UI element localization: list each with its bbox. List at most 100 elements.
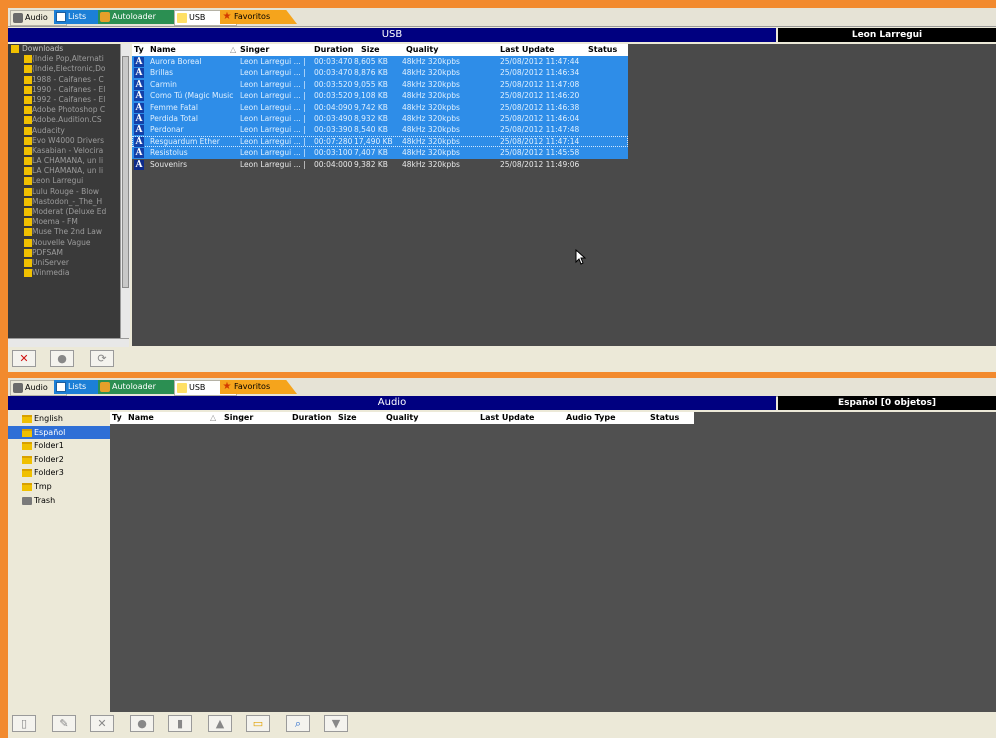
tree-item[interactable]: 1990 - Caifanes - El [8,85,120,95]
table-row[interactable]: A Como Tú (Magic Music B Leon Larregui ...… [132,90,628,102]
copy-button[interactable]: ▮ [168,715,192,732]
tree-item[interactable]: Winmedia [8,268,120,278]
tree-vertical-scrollbar[interactable] [120,44,130,338]
table-row[interactable]: A Aurora Boreal Leon Larregui ... | 00:03:4… [132,56,628,68]
tree-item[interactable]: Folder2 [8,453,110,467]
tree-item[interactable]: Folder1 [8,439,110,453]
tree-item[interactable]: Moema - FM [8,217,120,227]
tree-item[interactable]: English [8,412,110,426]
tree-item[interactable]: UniServer [8,258,120,268]
audio-folder-tree[interactable]: English Español Folder1 Folder2 Folder3 Tmp Tr… [8,412,110,712]
col-singer[interactable]: Singer [240,44,269,56]
tree-item-label: Folder2 [34,454,64,464]
table-row[interactable]: A Resguardum Ether Leon Larregui ... | 00:0… [132,135,628,148]
col-type[interactable]: Ty [112,412,122,424]
tree-item[interactable]: Adobe Photoshop C [8,105,120,115]
col-duration[interactable]: Duration [292,412,331,424]
tree-item[interactable]: 1988 - Caifanes - C [8,75,120,85]
col-size[interactable]: Size [338,412,357,424]
folder-icon [24,146,32,155]
folder-tree[interactable]: Downloads (Indie Pop,Alternati (Indie,El… [8,44,120,338]
tree-item[interactable]: Moderat (Deluxe Ed [8,207,120,217]
tree-item[interactable]: Lulu Rouge - Blow [8,187,120,197]
cell-quality: 48kHz 320kpbs [402,102,460,112]
col-audio-type[interactable]: Audio Type [566,412,616,424]
tree-item[interactable]: PDFSAM [8,248,120,258]
tree-item[interactable]: Mastodon_-_The_H [8,197,120,207]
cell-name: Resguardum Ether [150,136,220,146]
col-last-update[interactable]: Last Update [500,44,554,56]
tree-item[interactable]: (Indie Pop,Alternati [8,54,120,64]
tree-item[interactable]: LA CHAMANA, un li [8,166,120,176]
col-quality[interactable]: Quality [386,412,418,424]
folder-icon [22,455,32,464]
upload-button[interactable]: ▲ [208,715,232,732]
cell-name: Perdida Total [150,113,198,123]
delete-button[interactable]: ✕ [12,350,36,367]
table-row[interactable]: A Carmin Leon Larregui ... | 00:03:520 9,055… [132,78,628,91]
audio-type-icon: A [134,136,144,147]
cell-quality: 48kHz 320kpbs [402,91,460,101]
stop-button[interactable]: ● [130,715,154,732]
edit-button[interactable]: ✎ [52,715,76,732]
table-row[interactable]: A Perdonar Leon Larregui ... | 00:03:390 8,5… [132,124,628,136]
tab-favoritos[interactable]: ★ Favoritos [220,10,297,24]
tree-item[interactable]: Kasabian - Velocira [8,146,120,156]
col-quality[interactable]: Quality [406,44,438,56]
tree-item[interactable]: Español [8,425,110,440]
delete-button[interactable]: ✕ [90,715,114,732]
tree-item-label: Trash [34,495,56,505]
refresh-button[interactable]: ⟳ [90,350,114,367]
folder-icon [24,136,32,145]
usb-icon [177,13,187,23]
tree-item[interactable]: Evo W4000 Drivers [8,136,120,146]
tree-item[interactable]: Trash [8,494,110,508]
tree-item[interactable]: (Indie,Electronic,Do [8,64,120,74]
cell-size: 9,055 KB [354,79,388,89]
audio-icon [13,383,23,393]
folder-icon [24,157,32,166]
tree-root[interactable]: Downloads [8,44,120,54]
col-status[interactable]: Status [588,44,617,56]
tree-item[interactable]: Adobe.Audition.CS [8,115,120,125]
cell-name: Como Tú (Magic Music B [150,91,236,101]
tree-item[interactable]: LA CHAMANA, un li [8,156,120,166]
stop-button[interactable]: ● [50,350,74,367]
tree-item[interactable]: Tmp [8,480,110,494]
download-button[interactable]: ▼ [324,715,348,732]
folder-icon [24,177,32,186]
cell-size: 9,382 KB [354,159,388,169]
tree-horizontal-scrollbar[interactable] [8,338,129,347]
col-name[interactable]: Name [150,44,176,56]
tree-item[interactable]: Muse The 2nd Law [8,227,120,237]
cell-singer: Leon Larregui ... | [240,68,306,78]
col-last-update[interactable]: Last Update [480,412,534,424]
cell-singer: Leon Larregui ... | [240,148,306,158]
table-row[interactable]: A Souvenirs Leon Larregui ... | 00:04:000 9,… [132,159,628,170]
col-singer[interactable]: Singer [224,412,253,424]
col-duration[interactable]: Duration [314,44,353,56]
col-name[interactable]: Name [128,412,154,424]
table-row[interactable]: A Femme Fatal Leon Larregui ... | 00:04:090… [132,101,628,113]
tree-item[interactable]: Leon Larregui [8,176,120,186]
search-button[interactable]: ⌕ [286,715,310,732]
folder-icon [22,428,32,437]
tree-item[interactable]: Nouvelle Vague [8,238,120,248]
cell-size: 8,932 KB [354,113,388,123]
tree-item[interactable]: Folder3 [8,466,110,480]
scrollbar-thumb[interactable] [122,56,129,288]
new-button[interactable]: ▯ [12,715,36,732]
tree-item[interactable]: 1992 - Caifanes - El [8,95,120,105]
folder-icon [24,208,32,216]
table-row[interactable]: A Brillas Leon Larregui ... | 00:03:470 8,87… [132,67,628,79]
table-row[interactable]: A Resistolus Leon Larregui ... | 00:03:100 7… [132,147,628,159]
tree-item[interactable]: Audacity [8,126,120,136]
col-size[interactable]: Size [361,44,380,56]
col-type[interactable]: Ty [134,44,144,56]
tab-favoritos[interactable]: ★ Favoritos [220,380,297,394]
sort-arrow-icon: △ [230,45,237,54]
top-button-bar: ✕ ● ⟳ [8,349,996,369]
col-status[interactable]: Status [650,412,679,424]
open-folder-button[interactable]: ▭ [246,715,270,732]
table-row[interactable]: A Perdida Total Leon Larregui ... | 00:03:4… [132,112,628,125]
